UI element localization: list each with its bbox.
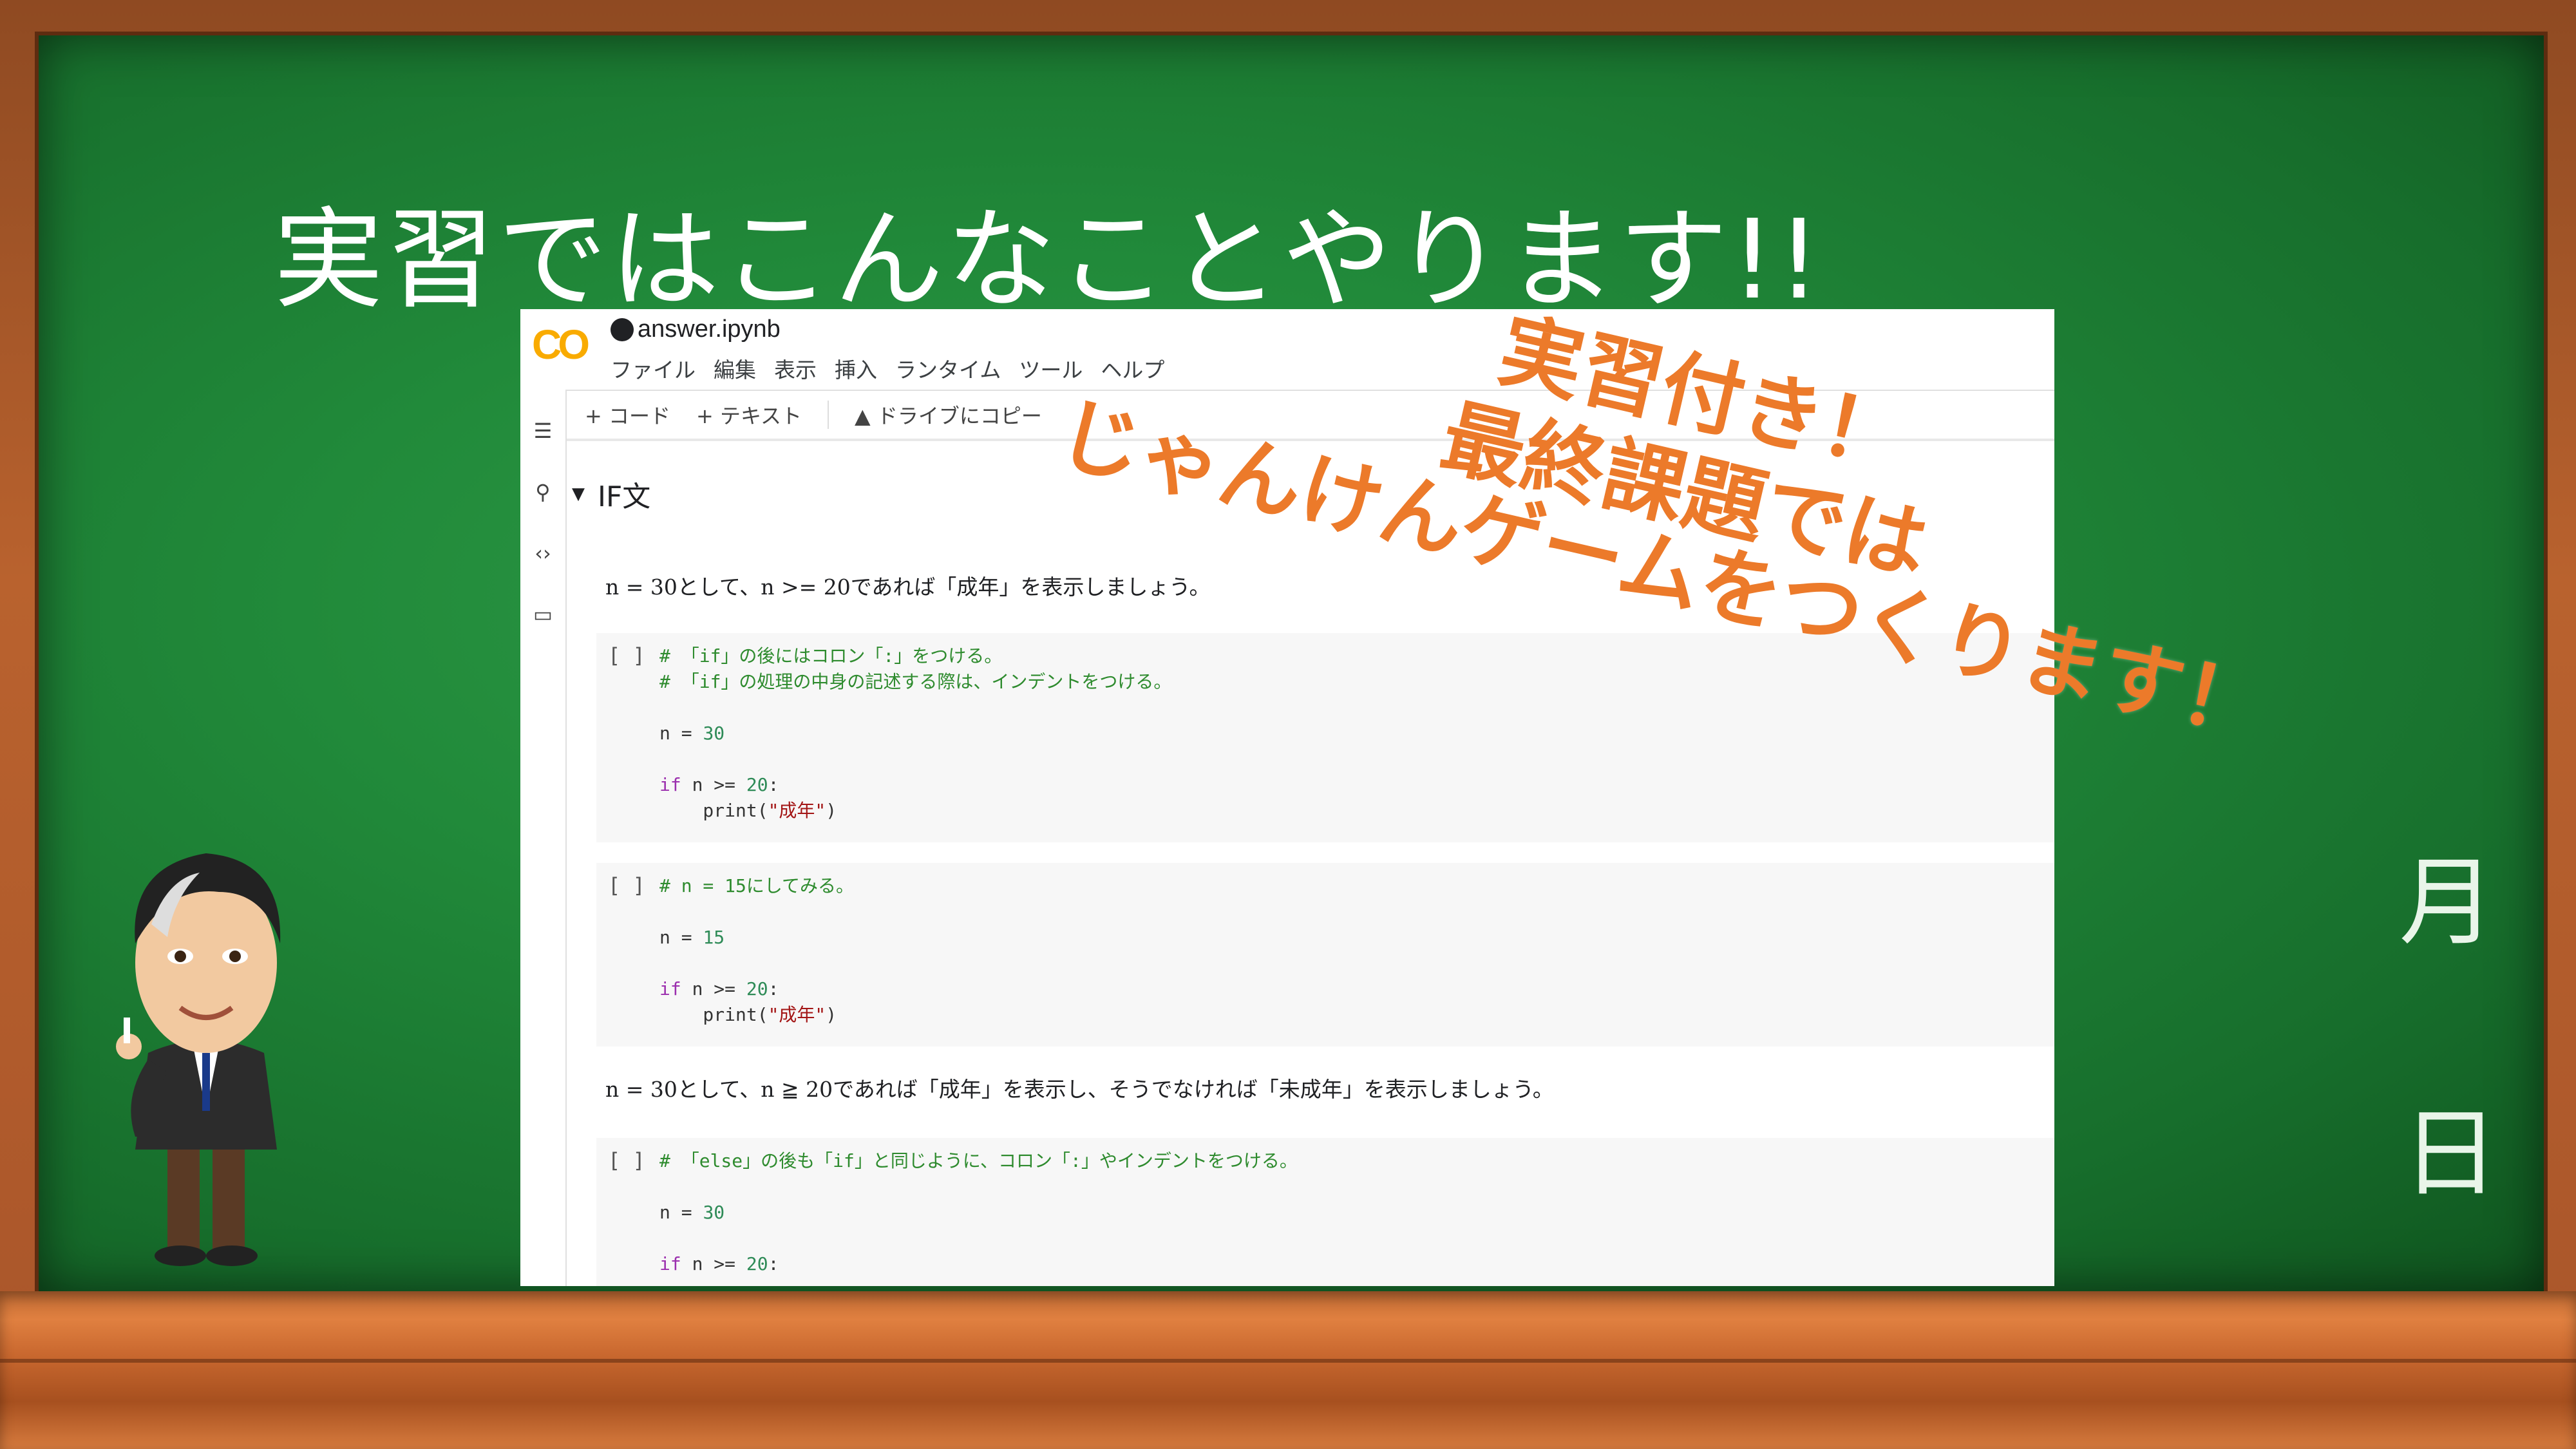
- toc-icon[interactable]: ☰: [531, 419, 555, 443]
- code-snippets-icon[interactable]: ‹›: [531, 541, 555, 565]
- collapse-caret-icon[interactable]: ▼: [572, 484, 585, 504]
- colab-logo: CO: [532, 321, 590, 368]
- code-keyword: if: [659, 774, 681, 795]
- toolbar-divider: [828, 401, 829, 429]
- code-text: :: [768, 978, 779, 999]
- copy-to-drive-label: ドライブにコピー: [876, 404, 1042, 428]
- code-text: print(: [659, 800, 768, 821]
- code-number: 20: [746, 1253, 768, 1274]
- code-keyword: if: [659, 1253, 681, 1274]
- code-text: n >=: [681, 978, 746, 999]
- code-keyword: if: [659, 978, 681, 999]
- code-text: n =: [659, 1202, 703, 1223]
- code-text: n >=: [681, 1253, 746, 1274]
- code-string: "成年": [768, 800, 826, 821]
- code-comment: # 「else」の後も「if」と同じように、コロン「:」やインデントをつける。: [659, 1150, 1298, 1171]
- drive-icon: ▲: [855, 404, 877, 428]
- copy-to-drive-button[interactable]: ▲ ドライブにコピー: [855, 400, 1042, 430]
- markdown-cell-2: n = 30として、n ≧ 20であれば「成年」を表示し、そうでなければ「未成年…: [605, 1077, 1554, 1102]
- code-text: ): [826, 1004, 837, 1025]
- menu-file[interactable]: ファイル: [611, 353, 696, 384]
- date-day-label: 日: [2402, 1098, 2499, 1210]
- code-text: print(: [659, 1004, 768, 1025]
- add-text-button[interactable]: + テキスト: [696, 400, 802, 430]
- section-heading[interactable]: ▼ IF文: [572, 473, 650, 515]
- code-text: n =: [659, 927, 703, 948]
- code-comment: # 「if」の後にはコロン「:」をつける。: [659, 645, 1003, 667]
- chalk-ledge: [0, 1291, 2576, 1449]
- markdown-cell-1: n = 30として、n >= 20であれば「成年」を表示しましょう。: [605, 574, 1211, 600]
- date-month-label: 月: [2399, 847, 2496, 959]
- code-comment: # 「if」の処理の中身の記述する際は、インデントをつける。: [659, 671, 1172, 692]
- code-number: 20: [746, 978, 768, 999]
- menu-edit[interactable]: 編集: [714, 353, 756, 384]
- code-editor[interactable]: # 「else」の後も「if」と同じように、コロン「:」やインデントをつける。 …: [659, 1148, 1298, 1277]
- code-comment: # n = 15にしてみる。: [659, 875, 855, 896]
- ledge-line: [0, 1359, 2576, 1363]
- notebook-file-name: answer.ipynb: [638, 316, 781, 343]
- left-sidebar: ☰ ⚲ ‹› ▭: [520, 390, 567, 1286]
- code-text: ): [826, 800, 837, 821]
- code-text: n =: [659, 723, 703, 744]
- code-string: "成年": [768, 1004, 826, 1025]
- menu-insert[interactable]: 挿入: [835, 353, 877, 384]
- notebook-title[interactable]: answer.ipynb: [611, 316, 781, 343]
- run-cell-button[interactable]: [ ]: [608, 873, 645, 898]
- run-cell-button[interactable]: [ ]: [608, 643, 645, 668]
- code-editor[interactable]: # 「if」の後にはコロン「:」をつける。 # 「if」の処理の中身の記述する際…: [659, 643, 1171, 824]
- menu-view[interactable]: 表示: [774, 353, 817, 384]
- presenter-caricature: [116, 853, 281, 1266]
- code-editor[interactable]: # n = 15にしてみる。 n = 15 if n >= 20: print(…: [659, 873, 854, 1028]
- github-icon: [611, 317, 634, 341]
- code-number: 30: [703, 723, 725, 744]
- folder-icon[interactable]: ▭: [531, 602, 555, 627]
- search-icon[interactable]: ⚲: [531, 480, 555, 504]
- section-title: IF文: [598, 480, 651, 513]
- code-text: n >=: [681, 774, 746, 795]
- code-number: 15: [703, 927, 725, 948]
- code-number: 20: [746, 774, 768, 795]
- add-code-button[interactable]: + コード: [585, 400, 670, 430]
- code-text: :: [768, 1253, 779, 1274]
- code-number: 30: [703, 1202, 725, 1223]
- code-cell-3[interactable]: [ ] # 「else」の後も「if」と同じように、コロン「:」やインデントをつ…: [596, 1138, 2054, 1286]
- run-cell-button[interactable]: [ ]: [608, 1148, 645, 1173]
- code-cell-2[interactable]: [ ] # n = 15にしてみる。 n = 15 if n >= 20: pr…: [596, 863, 2054, 1046]
- code-text: :: [768, 774, 779, 795]
- menu-runtime[interactable]: ランタイム: [895, 353, 1001, 384]
